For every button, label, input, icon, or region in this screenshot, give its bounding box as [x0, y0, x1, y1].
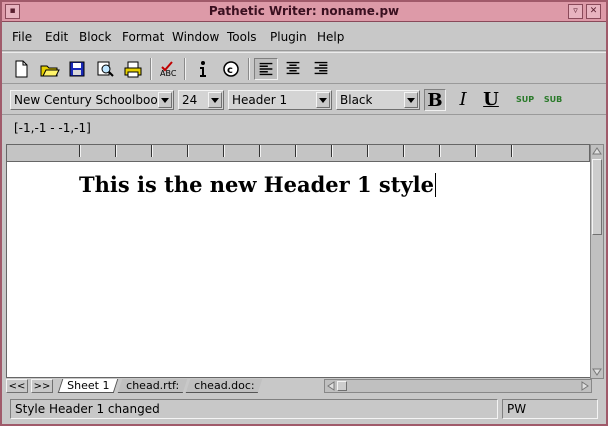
- preview-magnifier-icon[interactable]: [94, 58, 116, 80]
- minimize-button[interactable]: ▿: [568, 4, 583, 19]
- menu-help[interactable]: Help: [317, 30, 344, 44]
- paragraph-style-select[interactable]: Header 1: [228, 90, 332, 110]
- chevron-down-icon[interactable]: [208, 92, 222, 108]
- menu-block[interactable]: Block: [79, 30, 111, 44]
- sheet-tabs-bar: << >> Sheet 1 chead.rtf: chead.doc:: [6, 379, 604, 394]
- toolbar-separator: [184, 58, 186, 80]
- font-size-select[interactable]: 24: [178, 90, 224, 110]
- paragraph-style-value: Header 1: [232, 93, 288, 107]
- new-file-icon[interactable]: [10, 58, 32, 80]
- spellcheck-icon[interactable]: ABC: [158, 58, 180, 80]
- subscript-button[interactable]: SUB: [542, 89, 564, 111]
- ruler[interactable]: [6, 144, 590, 162]
- align-left-icon[interactable]: [254, 58, 278, 80]
- align-right-icon[interactable]: [310, 58, 334, 80]
- app-window: ▪ Pathetic Writer: noname.pw ▿ ✕ File Ed…: [0, 0, 608, 426]
- scroll-left-arrow-icon[interactable]: [325, 380, 337, 392]
- underline-button[interactable]: U: [480, 89, 502, 111]
- svg-text:c: c: [227, 65, 233, 76]
- cursor-position-readout: [-1,-1 - -1,-1]: [14, 121, 91, 135]
- tab-chead-rtf[interactable]: chead.rtf:: [117, 379, 188, 393]
- next-sheet-button[interactable]: >>: [31, 379, 53, 393]
- chevron-down-icon[interactable]: [158, 92, 172, 108]
- copyright-icon[interactable]: c: [220, 58, 242, 80]
- align-center-icon[interactable]: [282, 58, 306, 80]
- open-folder-icon[interactable]: [38, 58, 60, 80]
- bold-button[interactable]: B: [424, 89, 446, 111]
- font-family-value: New Century Schoolbook: [14, 93, 165, 107]
- scroll-right-arrow-icon[interactable]: [579, 380, 591, 392]
- text-color-value: Black: [340, 93, 373, 107]
- title-bar[interactable]: ▪ Pathetic Writer: noname.pw ▿ ✕: [2, 2, 606, 22]
- window-title: Pathetic Writer: noname.pw: [208, 4, 400, 18]
- tab-label: chead.rtf:: [126, 379, 180, 392]
- toolbar-separator: [248, 58, 250, 80]
- menu-edit[interactable]: Edit: [45, 30, 68, 44]
- horizontal-scroll-thumb[interactable]: [337, 381, 347, 391]
- menu-window[interactable]: Window: [172, 30, 219, 44]
- prev-sheet-button[interactable]: <<: [6, 379, 28, 393]
- menu-format[interactable]: Format: [122, 30, 164, 44]
- svg-text:ABC: ABC: [160, 69, 177, 78]
- font-size-value: 24: [182, 93, 198, 107]
- chevron-down-icon[interactable]: [404, 92, 418, 108]
- close-button[interactable]: ✕: [586, 4, 601, 19]
- italic-button[interactable]: I: [452, 89, 474, 111]
- status-bar: Style Header 1 changed PW: [2, 396, 606, 424]
- status-message: Style Header 1 changed: [10, 399, 498, 419]
- vertical-scroll-thumb[interactable]: [592, 159, 602, 235]
- scroll-down-arrow-icon[interactable]: [591, 366, 603, 378]
- tab-chead-doc[interactable]: chead.doc:: [185, 379, 263, 393]
- tab-label: Sheet 1: [67, 379, 110, 392]
- heading-text: This is the new Header 1 style: [79, 172, 434, 197]
- status-mode: PW: [502, 399, 598, 419]
- print-icon[interactable]: [122, 58, 144, 80]
- tab-sheet-1[interactable]: Sheet 1: [57, 379, 119, 393]
- font-family-select[interactable]: New Century Schoolbook: [10, 90, 174, 110]
- tab-label: chead.doc:: [194, 379, 255, 392]
- scroll-up-arrow-icon[interactable]: [591, 145, 603, 157]
- horizontal-scrollbar[interactable]: [324, 379, 592, 393]
- menu-file[interactable]: File: [12, 30, 32, 44]
- document-area[interactable]: This is the new Header 1 style: [6, 162, 590, 378]
- superscript-button[interactable]: SUP: [514, 89, 536, 111]
- menu-tools[interactable]: Tools: [227, 30, 257, 44]
- text-color-select[interactable]: Black: [336, 90, 420, 110]
- main-toolbar: ABC c: [2, 52, 606, 84]
- document-heading[interactable]: This is the new Header 1 style: [79, 172, 436, 197]
- menu-plugin[interactable]: Plugin: [270, 30, 307, 44]
- save-disk-icon[interactable]: [66, 58, 88, 80]
- format-toolbar: New Century Schoolbook 24 Header 1 Black…: [2, 85, 606, 115]
- toolbar-separator: [150, 58, 152, 80]
- menu-bar: File Edit Block Format Window Tools Plug…: [2, 23, 606, 51]
- vertical-scrollbar[interactable]: [590, 144, 604, 379]
- text-caret: [435, 173, 436, 197]
- chevron-down-icon[interactable]: [316, 92, 330, 108]
- info-icon[interactable]: [192, 58, 214, 80]
